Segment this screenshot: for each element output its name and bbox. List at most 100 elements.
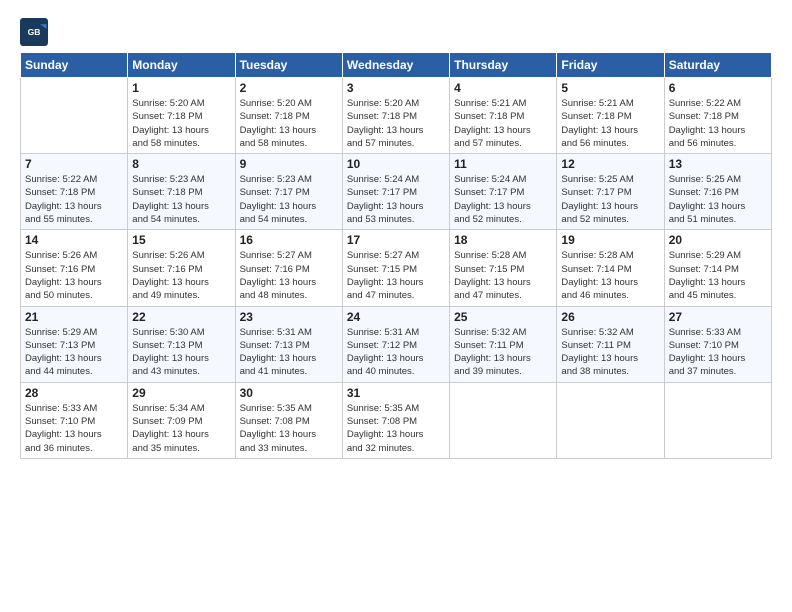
calendar-cell: 16 Sunrise: 5:27 AMSunset: 7:16 PMDayligh… bbox=[235, 230, 342, 306]
day-info: Sunrise: 5:23 AMSunset: 7:17 PMDaylight:… bbox=[240, 173, 338, 226]
calendar-cell: 29 Sunrise: 5:34 AMSunset: 7:09 PMDayligh… bbox=[128, 382, 235, 458]
calendar-cell bbox=[21, 78, 128, 154]
day-info: Sunrise: 5:31 AMSunset: 7:12 PMDaylight:… bbox=[347, 326, 445, 379]
calendar-cell: 7 Sunrise: 5:22 AMSunset: 7:18 PMDaylight… bbox=[21, 154, 128, 230]
calendar-cell bbox=[557, 382, 664, 458]
day-number: 22 bbox=[132, 310, 230, 324]
day-number: 29 bbox=[132, 386, 230, 400]
svg-text:GB: GB bbox=[28, 27, 41, 37]
calendar-cell: 15 Sunrise: 5:26 AMSunset: 7:16 PMDayligh… bbox=[128, 230, 235, 306]
day-number: 15 bbox=[132, 233, 230, 247]
day-number: 28 bbox=[25, 386, 123, 400]
day-info: Sunrise: 5:21 AMSunset: 7:18 PMDaylight:… bbox=[561, 97, 659, 150]
day-number: 1 bbox=[132, 81, 230, 95]
calendar-week-3: 14 Sunrise: 5:26 AMSunset: 7:16 PMDayligh… bbox=[21, 230, 772, 306]
calendar-cell: 19 Sunrise: 5:28 AMSunset: 7:14 PMDayligh… bbox=[557, 230, 664, 306]
day-info: Sunrise: 5:24 AMSunset: 7:17 PMDaylight:… bbox=[454, 173, 552, 226]
weekday-header-monday: Monday bbox=[128, 53, 235, 78]
calendar-cell: 4 Sunrise: 5:21 AMSunset: 7:18 PMDaylight… bbox=[450, 78, 557, 154]
day-number: 11 bbox=[454, 157, 552, 171]
day-info: Sunrise: 5:33 AMSunset: 7:10 PMDaylight:… bbox=[669, 326, 767, 379]
day-number: 9 bbox=[240, 157, 338, 171]
day-number: 8 bbox=[132, 157, 230, 171]
calendar-cell: 26 Sunrise: 5:32 AMSunset: 7:11 PMDayligh… bbox=[557, 306, 664, 382]
day-info: Sunrise: 5:30 AMSunset: 7:13 PMDaylight:… bbox=[132, 326, 230, 379]
day-info: Sunrise: 5:27 AMSunset: 7:16 PMDaylight:… bbox=[240, 249, 338, 302]
day-info: Sunrise: 5:35 AMSunset: 7:08 PMDaylight:… bbox=[240, 402, 338, 455]
weekday-header-wednesday: Wednesday bbox=[342, 53, 449, 78]
day-number: 4 bbox=[454, 81, 552, 95]
day-number: 16 bbox=[240, 233, 338, 247]
day-info: Sunrise: 5:26 AMSunset: 7:16 PMDaylight:… bbox=[132, 249, 230, 302]
calendar-cell: 20 Sunrise: 5:29 AMSunset: 7:14 PMDayligh… bbox=[664, 230, 771, 306]
day-number: 27 bbox=[669, 310, 767, 324]
day-info: Sunrise: 5:28 AMSunset: 7:15 PMDaylight:… bbox=[454, 249, 552, 302]
calendar-cell: 3 Sunrise: 5:20 AMSunset: 7:18 PMDaylight… bbox=[342, 78, 449, 154]
calendar-cell: 12 Sunrise: 5:25 AMSunset: 7:17 PMDayligh… bbox=[557, 154, 664, 230]
day-number: 23 bbox=[240, 310, 338, 324]
day-info: Sunrise: 5:21 AMSunset: 7:18 PMDaylight:… bbox=[454, 97, 552, 150]
calendar-cell: 6 Sunrise: 5:22 AMSunset: 7:18 PMDaylight… bbox=[664, 78, 771, 154]
day-number: 30 bbox=[240, 386, 338, 400]
calendar-cell: 1 Sunrise: 5:20 AMSunset: 7:18 PMDaylight… bbox=[128, 78, 235, 154]
day-info: Sunrise: 5:29 AMSunset: 7:14 PMDaylight:… bbox=[669, 249, 767, 302]
logo: GB bbox=[20, 18, 52, 46]
day-info: Sunrise: 5:32 AMSunset: 7:11 PMDaylight:… bbox=[454, 326, 552, 379]
day-info: Sunrise: 5:20 AMSunset: 7:18 PMDaylight:… bbox=[132, 97, 230, 150]
day-info: Sunrise: 5:34 AMSunset: 7:09 PMDaylight:… bbox=[132, 402, 230, 455]
calendar-cell: 14Sunrise: 5:26 AMSunset: 7:16 PMDayligh… bbox=[21, 230, 128, 306]
calendar-cell: 9 Sunrise: 5:23 AMSunset: 7:17 PMDaylight… bbox=[235, 154, 342, 230]
calendar-cell: 31Sunrise: 5:35 AMSunset: 7:08 PMDayligh… bbox=[342, 382, 449, 458]
calendar-cell: 22 Sunrise: 5:30 AMSunset: 7:13 PMDayligh… bbox=[128, 306, 235, 382]
weekday-header-thursday: Thursday bbox=[450, 53, 557, 78]
day-info: Sunrise: 5:25 AMSunset: 7:17 PMDaylight:… bbox=[561, 173, 659, 226]
day-number: 25 bbox=[454, 310, 552, 324]
day-number: 5 bbox=[561, 81, 659, 95]
day-info: Sunrise: 5:22 AMSunset: 7:18 PMDaylight:… bbox=[669, 97, 767, 150]
day-number: 6 bbox=[669, 81, 767, 95]
day-number: 3 bbox=[347, 81, 445, 95]
day-number: 24 bbox=[347, 310, 445, 324]
day-info: Sunrise: 5:28 AMSunset: 7:14 PMDaylight:… bbox=[561, 249, 659, 302]
calendar-cell: 23 Sunrise: 5:31 AMSunset: 7:13 PMDayligh… bbox=[235, 306, 342, 382]
day-number: 12 bbox=[561, 157, 659, 171]
day-number: 18 bbox=[454, 233, 552, 247]
day-number: 10 bbox=[347, 157, 445, 171]
day-number: 17 bbox=[347, 233, 445, 247]
calendar-cell: 13Sunrise: 5:25 AMSunset: 7:16 PMDayligh… bbox=[664, 154, 771, 230]
calendar-cell: 24 Sunrise: 5:31 AMSunset: 7:12 PMDayligh… bbox=[342, 306, 449, 382]
day-info: Sunrise: 5:22 AMSunset: 7:18 PMDaylight:… bbox=[25, 173, 123, 226]
calendar-cell: 10Sunrise: 5:24 AMSunset: 7:17 PMDayligh… bbox=[342, 154, 449, 230]
day-info: Sunrise: 5:27 AMSunset: 7:15 PMDaylight:… bbox=[347, 249, 445, 302]
calendar-cell: 18 Sunrise: 5:28 AMSunset: 7:15 PMDayligh… bbox=[450, 230, 557, 306]
day-info: Sunrise: 5:29 AMSunset: 7:13 PMDaylight:… bbox=[25, 326, 123, 379]
day-number: 19 bbox=[561, 233, 659, 247]
weekday-header-saturday: Saturday bbox=[664, 53, 771, 78]
calendar-table: SundayMondayTuesdayWednesdayThursdayFrid… bbox=[20, 52, 772, 459]
day-number: 2 bbox=[240, 81, 338, 95]
weekday-header-friday: Friday bbox=[557, 53, 664, 78]
calendar-cell: 8 Sunrise: 5:23 AMSunset: 7:18 PMDaylight… bbox=[128, 154, 235, 230]
calendar-cell: 5 Sunrise: 5:21 AMSunset: 7:18 PMDaylight… bbox=[557, 78, 664, 154]
day-number: 20 bbox=[669, 233, 767, 247]
day-info: Sunrise: 5:33 AMSunset: 7:10 PMDaylight:… bbox=[25, 402, 123, 455]
day-number: 31 bbox=[347, 386, 445, 400]
calendar-cell: 27 Sunrise: 5:33 AMSunset: 7:10 PMDayligh… bbox=[664, 306, 771, 382]
day-info: Sunrise: 5:20 AMSunset: 7:18 PMDaylight:… bbox=[347, 97, 445, 150]
calendar-week-5: 28 Sunrise: 5:33 AMSunset: 7:10 PMDayligh… bbox=[21, 382, 772, 458]
day-info: Sunrise: 5:31 AMSunset: 7:13 PMDaylight:… bbox=[240, 326, 338, 379]
day-info: Sunrise: 5:20 AMSunset: 7:18 PMDaylight:… bbox=[240, 97, 338, 150]
calendar-cell: 21 Sunrise: 5:29 AMSunset: 7:13 PMDayligh… bbox=[21, 306, 128, 382]
weekday-header-tuesday: Tuesday bbox=[235, 53, 342, 78]
day-number: 14 bbox=[25, 233, 123, 247]
day-info: Sunrise: 5:23 AMSunset: 7:18 PMDaylight:… bbox=[132, 173, 230, 226]
day-number: 26 bbox=[561, 310, 659, 324]
day-info: Sunrise: 5:32 AMSunset: 7:11 PMDaylight:… bbox=[561, 326, 659, 379]
calendar-cell: 17 Sunrise: 5:27 AMSunset: 7:15 PMDayligh… bbox=[342, 230, 449, 306]
calendar-cell: 2 Sunrise: 5:20 AMSunset: 7:18 PMDaylight… bbox=[235, 78, 342, 154]
calendar-cell: 30 Sunrise: 5:35 AMSunset: 7:08 PMDayligh… bbox=[235, 382, 342, 458]
day-number: 13 bbox=[669, 157, 767, 171]
calendar-cell: 28 Sunrise: 5:33 AMSunset: 7:10 PMDayligh… bbox=[21, 382, 128, 458]
day-number: 21 bbox=[25, 310, 123, 324]
day-number: 7 bbox=[25, 157, 123, 171]
